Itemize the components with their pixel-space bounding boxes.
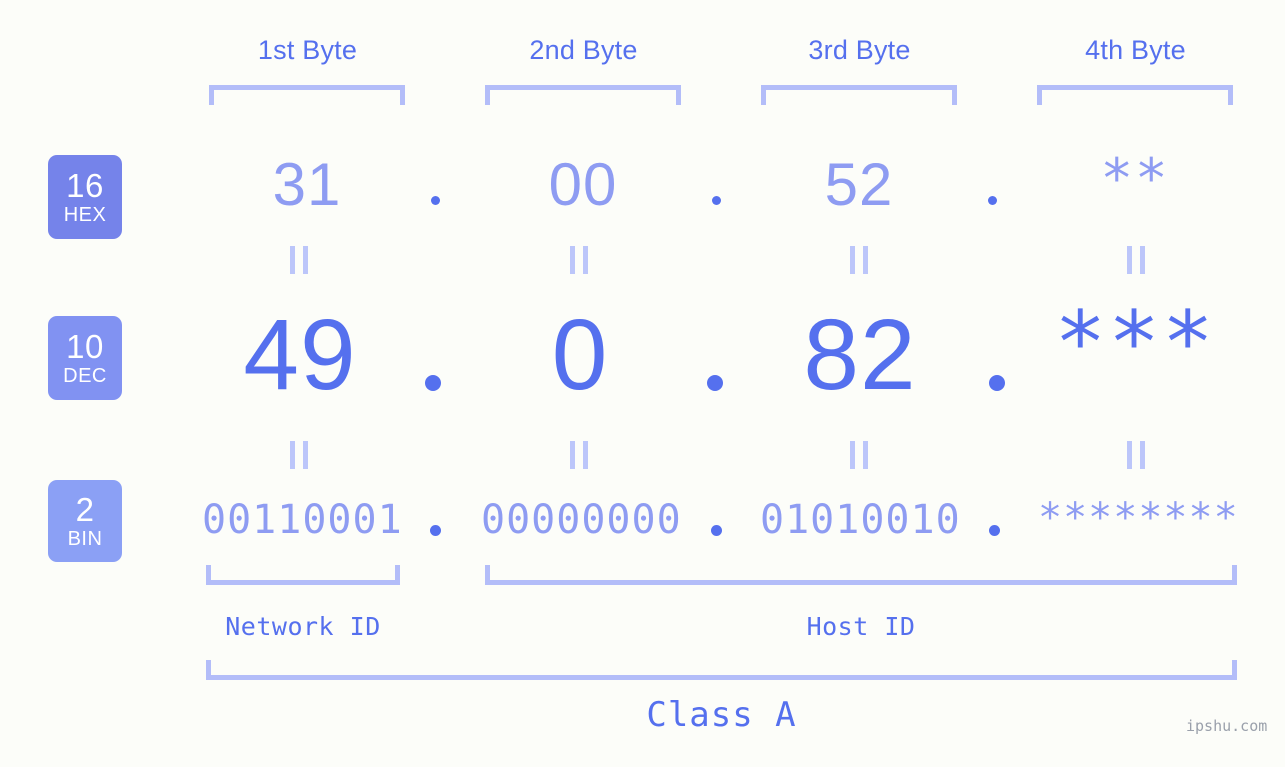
ip-address-breakdown-diagram: 1st Byte 2nd Byte 3rd Byte 4th Byte 16 H… — [0, 0, 1285, 767]
equality-mark-hex-dec-4 — [1127, 246, 1145, 274]
dec-separator-dot-3 — [989, 375, 1005, 391]
equality-mark-dec-bin-4 — [1127, 441, 1145, 469]
equality-mark-dec-bin-2 — [570, 441, 588, 469]
hex-separator-dot-2 — [712, 196, 721, 205]
equality-mark-dec-bin-1 — [290, 441, 308, 469]
site-watermark: ipshu.com — [1186, 717, 1268, 735]
dec-byte-3: 82 — [803, 299, 917, 411]
dec-byte-4: *** — [1054, 293, 1216, 393]
hex-byte-3: 52 — [824, 151, 894, 218]
radix-badge-bin: 2 BIN — [48, 480, 122, 562]
dec-byte-2: 0 — [551, 299, 609, 411]
hex-separator-dot-3 — [988, 196, 997, 205]
byte-bracket-top-4 — [1037, 85, 1233, 105]
byte-header-4: 4th Byte — [1085, 35, 1186, 65]
class-label: Class A — [646, 695, 797, 735]
equality-mark-hex-dec-2 — [570, 246, 588, 274]
host-id-bracket — [485, 565, 1237, 585]
bin-byte-1: 00110001 — [202, 497, 403, 543]
byte-bracket-top-1 — [209, 85, 405, 105]
byte-header-2: 2nd Byte — [529, 35, 638, 65]
network-id-label: Network ID — [225, 612, 381, 641]
bin-byte-2: 00000000 — [481, 497, 682, 543]
equality-mark-hex-dec-3 — [850, 246, 868, 274]
radix-badge-dec-number: 10 — [66, 328, 104, 365]
bin-byte-4: ******** — [1038, 495, 1239, 541]
radix-badge-dec: 10 DEC — [48, 316, 122, 400]
hex-byte-1: 31 — [272, 151, 342, 218]
equality-mark-dec-bin-3 — [850, 441, 868, 469]
equality-mark-hex-dec-1 — [290, 246, 308, 274]
radix-badge-bin-number: 2 — [75, 491, 95, 528]
byte-header-1: 1st Byte — [257, 35, 358, 65]
radix-badge-hex-abbr: HEX — [63, 204, 107, 226]
bin-separator-dot-3 — [989, 525, 1000, 536]
bin-separator-dot-1 — [430, 525, 441, 536]
dec-separator-dot-1 — [425, 375, 441, 391]
byte-bracket-top-2 — [485, 85, 681, 105]
hex-byte-4: ** — [1100, 147, 1170, 210]
radix-badge-hex-number: 16 — [66, 167, 104, 204]
radix-badge-dec-abbr: DEC — [63, 365, 107, 387]
byte-header-3: 3rd Byte — [808, 35, 911, 65]
hex-byte-2: 00 — [548, 151, 618, 218]
host-id-label: Host ID — [806, 612, 916, 641]
radix-badge-hex: 16 HEX — [48, 155, 122, 239]
dec-separator-dot-2 — [707, 375, 723, 391]
network-id-bracket — [206, 565, 400, 585]
hex-separator-dot-1 — [431, 196, 440, 205]
class-bracket — [206, 660, 1237, 680]
radix-badge-bin-abbr: BIN — [67, 528, 103, 550]
bin-separator-dot-2 — [711, 525, 722, 536]
bin-byte-3: 01010010 — [760, 497, 961, 543]
dec-byte-1: 49 — [243, 299, 357, 411]
byte-bracket-top-3 — [761, 85, 957, 105]
